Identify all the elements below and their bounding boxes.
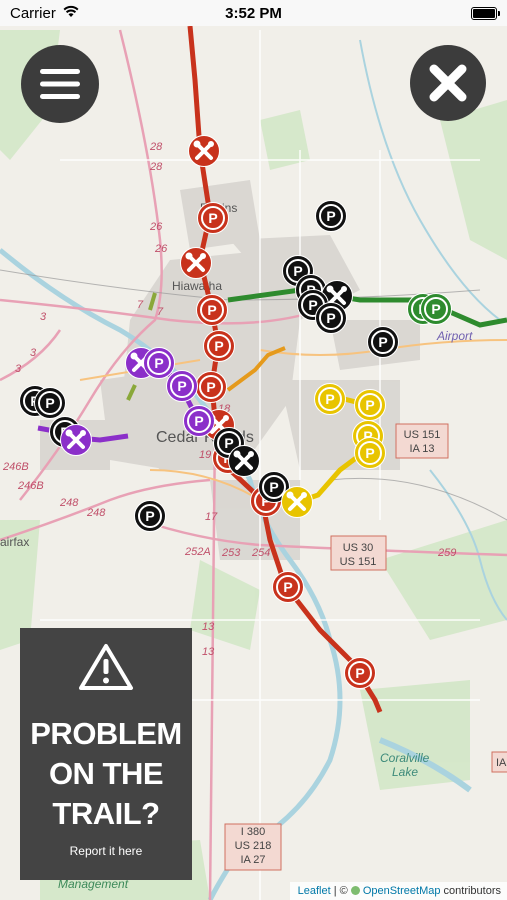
parking-marker	[33, 386, 67, 420]
road-label: 28	[149, 141, 163, 153]
map-label-coralville-lake: Lake	[392, 765, 418, 779]
close-x-icon	[429, 64, 467, 102]
svg-text:US 151: US 151	[340, 556, 377, 568]
parking-marker	[353, 436, 387, 470]
status-bar: Carrier 3:52 PM	[0, 0, 507, 26]
parking-marker	[165, 369, 199, 403]
battery-icon	[471, 7, 500, 20]
repair-marker	[279, 484, 315, 520]
clock: 3:52 PM	[225, 5, 282, 22]
road-label: 248	[86, 507, 106, 519]
menu-button[interactable]	[21, 45, 99, 123]
road-label: 3	[15, 363, 22, 375]
road-label: 253	[221, 547, 241, 559]
road-label: 26	[149, 221, 163, 233]
parking-marker	[314, 301, 348, 335]
parking-marker	[196, 201, 230, 235]
road-label: 7	[157, 306, 164, 318]
parking-marker	[182, 404, 216, 438]
repair-marker	[58, 422, 94, 458]
parking-marker	[194, 370, 228, 404]
parking-marker	[271, 570, 305, 604]
road-label: 28	[149, 161, 163, 173]
svg-text:US 30: US 30	[343, 542, 374, 554]
road-label: 248	[59, 497, 79, 509]
parking-marker	[195, 293, 229, 327]
report-link[interactable]: Report it here	[20, 844, 192, 858]
repair-marker	[226, 443, 262, 479]
svg-text:IA 27: IA 27	[240, 854, 265, 866]
road-label: 254	[251, 547, 270, 559]
parking-marker	[353, 388, 387, 422]
parking-marker	[142, 346, 176, 380]
map-attribution: Leaflet | © OpenStreetMap contributors	[289, 882, 507, 900]
repair-marker	[186, 133, 222, 169]
svg-text:I 380: I 380	[241, 826, 265, 838]
svg-text:IA 13: IA 13	[409, 443, 434, 455]
svg-text:US 151: US 151	[404, 429, 441, 441]
svg-text:US 218: US 218	[235, 840, 272, 852]
road-label: 17	[205, 511, 218, 523]
osm-icon	[350, 886, 360, 895]
parking-marker	[314, 199, 348, 233]
parking-marker	[366, 325, 400, 359]
road-label: 3	[40, 311, 47, 323]
road-label: 19	[199, 449, 211, 461]
close-button[interactable]	[410, 45, 486, 121]
warning-triangle-icon	[79, 644, 133, 690]
road-label: 246B	[2, 461, 29, 473]
route-shield-i380: I 380 US 218 IA 27	[224, 823, 282, 871]
parking-marker	[313, 382, 347, 416]
map-label-hiawatha: Hiawatha	[172, 279, 222, 293]
leaflet-link[interactable]: Leaflet	[298, 885, 331, 897]
hamburger-menu-icon	[40, 69, 80, 99]
road-label: 13	[202, 621, 215, 633]
road-label: 26	[154, 243, 168, 255]
attribution-separator: | ©	[330, 885, 351, 897]
route-shield-us151: US 151 IA 13	[395, 423, 449, 459]
attribution-contributors: contributors	[440, 885, 501, 897]
parking-marker	[133, 499, 167, 533]
road-label: 7	[137, 299, 144, 311]
repair-marker	[178, 245, 214, 281]
road-label: 259	[437, 547, 456, 559]
problem-heading: PROBLEM ON THE TRAIL?	[30, 716, 182, 831]
route-shield-edge: IA	[491, 751, 507, 773]
road-label: 13	[202, 646, 215, 658]
route-shield-us30: US 30 US 151	[330, 535, 387, 571]
svg-text:IA: IA	[496, 757, 507, 769]
road-label: 252A	[184, 546, 211, 558]
road-label: 246B	[17, 480, 44, 492]
osm-link[interactable]: OpenStreetMap	[363, 885, 441, 897]
map-label-airport: Airport	[436, 329, 473, 343]
parking-marker	[343, 656, 377, 690]
map-label-fairfax: airfax	[0, 535, 29, 549]
report-problem-panel[interactable]: PROBLEM ON THE TRAIL? Report it here	[20, 628, 192, 880]
road-label: 3	[30, 347, 37, 359]
parking-marker	[419, 292, 453, 326]
map-label-coralville: Coralville	[380, 751, 430, 765]
parking-marker	[202, 329, 236, 363]
